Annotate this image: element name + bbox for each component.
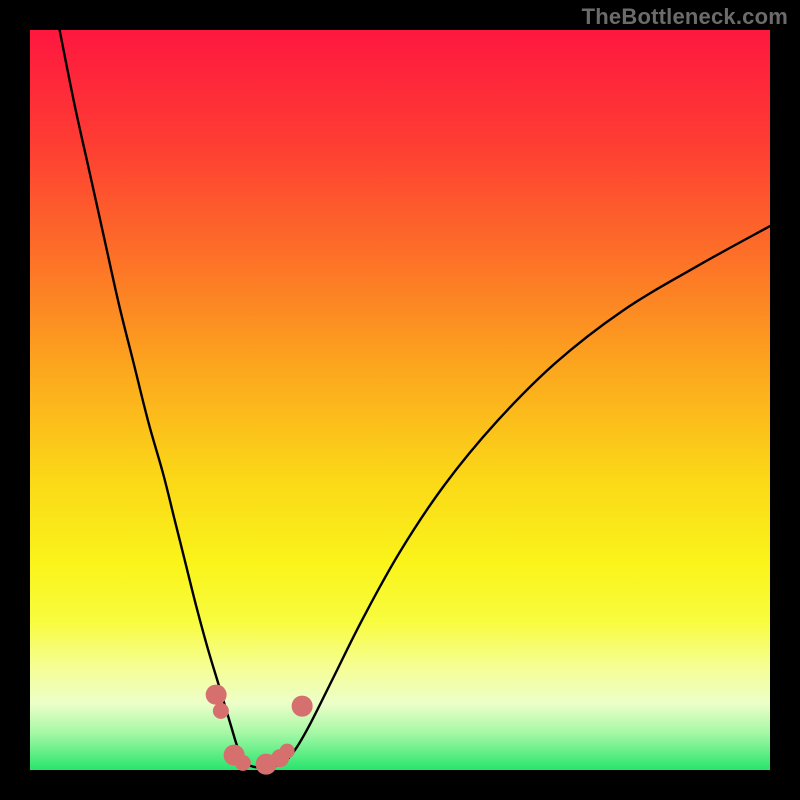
bottleneck-curve: [60, 30, 770, 768]
watermark-text: TheBottleneck.com: [582, 4, 788, 30]
data-marker: [279, 743, 294, 758]
data-marker: [206, 684, 227, 705]
chart-frame: TheBottleneck.com: [0, 0, 800, 800]
plot-area: [30, 30, 770, 770]
data-marker: [292, 696, 313, 717]
curve-layer: [30, 30, 770, 770]
